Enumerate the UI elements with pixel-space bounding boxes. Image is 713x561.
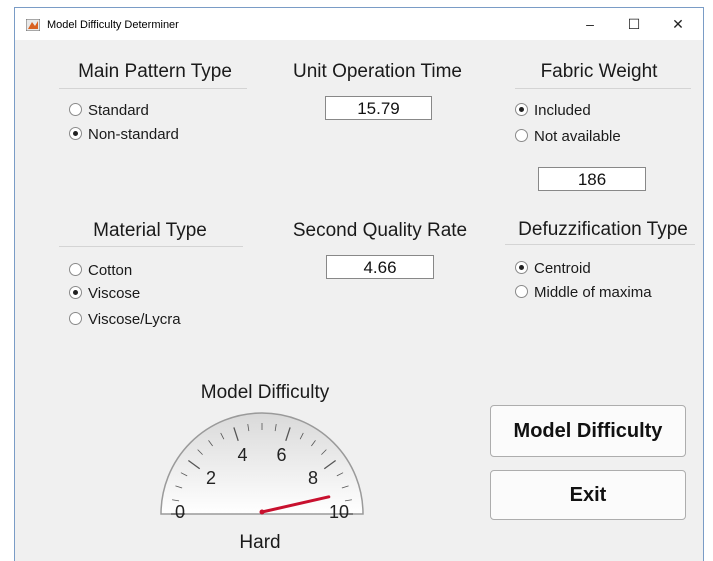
divider [59, 88, 247, 89]
radio-label: Viscose [88, 285, 141, 302]
gauge-tick-label: 4 [238, 445, 248, 465]
radio-indicator[interactable] [515, 103, 528, 116]
radio-label: Non-standard [88, 126, 179, 143]
radio-cotton[interactable]: Cotton [69, 262, 132, 279]
window-title: Model Difficulty Determiner [47, 19, 179, 31]
radio-label: Middle of maxima [534, 284, 652, 301]
main-pattern-title: Main Pattern Type [78, 61, 232, 82]
title-bar: Model Difficulty Determiner – ☐ ✕ [15, 8, 703, 40]
second-quality-rate-field[interactable]: 4.66 [326, 255, 434, 279]
radio-indicator[interactable] [69, 127, 82, 140]
radio-centroid[interactable]: Centroid [515, 260, 591, 277]
gauge-tick-label: 10 [329, 502, 349, 522]
fabric-weight-title: Fabric Weight [540, 61, 658, 82]
defuzzification-title: Defuzzification Type [518, 219, 688, 240]
difficulty-result: Hard [239, 532, 281, 553]
gauge-pivot [259, 509, 265, 515]
gauge-title: Model Difficulty [200, 382, 330, 403]
fabric-weight-field[interactable]: 186 [538, 167, 646, 191]
radio-indicator[interactable] [515, 129, 528, 142]
difficulty-gauge: 0 2 4 6 8 10 [160, 412, 364, 522]
radio-indicator[interactable] [515, 261, 528, 274]
radio-label: Included [534, 102, 591, 119]
unit-operation-time-title: Unit Operation Time [293, 61, 462, 82]
radio-not-available[interactable]: Not available [515, 128, 621, 145]
radio-indicator[interactable] [69, 263, 82, 276]
gauge-tick-label: 2 [206, 468, 216, 488]
second-quality-rate-title: Second Quality Rate [292, 220, 468, 241]
gauge-tick-label: 8 [308, 468, 318, 488]
radio-non-standard[interactable]: Non-standard [69, 126, 179, 143]
radio-standard[interactable]: Standard [69, 102, 149, 119]
radio-label: Standard [88, 102, 149, 119]
radio-indicator[interactable] [69, 312, 82, 325]
minimize-button[interactable]: – [570, 12, 610, 36]
radio-label: Not available [534, 128, 621, 145]
exit-button[interactable]: Exit [490, 470, 686, 520]
maximize-button[interactable]: ☐ [614, 12, 654, 36]
divider [505, 244, 695, 245]
unit-operation-time-field[interactable]: 15.79 [325, 96, 432, 120]
close-button[interactable]: ✕ [658, 12, 698, 36]
radio-viscose-lycra[interactable]: Viscose/Lycra [69, 311, 181, 328]
divider [515, 88, 691, 89]
radio-middle-of-maxima[interactable]: Middle of maxima [515, 284, 652, 301]
gauge-tick-label: 0 [175, 502, 185, 522]
radio-viscose[interactable]: Viscose [69, 285, 140, 302]
matlab-icon [26, 19, 40, 31]
radio-label: Viscose/Lycra [88, 311, 181, 328]
radio-label: Cotton [88, 262, 133, 279]
radio-indicator[interactable] [69, 286, 82, 299]
radio-indicator[interactable] [515, 285, 528, 298]
radio-label: Centroid [534, 260, 591, 277]
material-type-title: Material Type [93, 220, 207, 241]
radio-included[interactable]: Included [515, 102, 591, 119]
divider [59, 246, 243, 247]
model-difficulty-button[interactable]: Model Difficulty [490, 405, 686, 457]
gauge-tick-label: 6 [276, 445, 286, 465]
radio-indicator[interactable] [69, 103, 82, 116]
